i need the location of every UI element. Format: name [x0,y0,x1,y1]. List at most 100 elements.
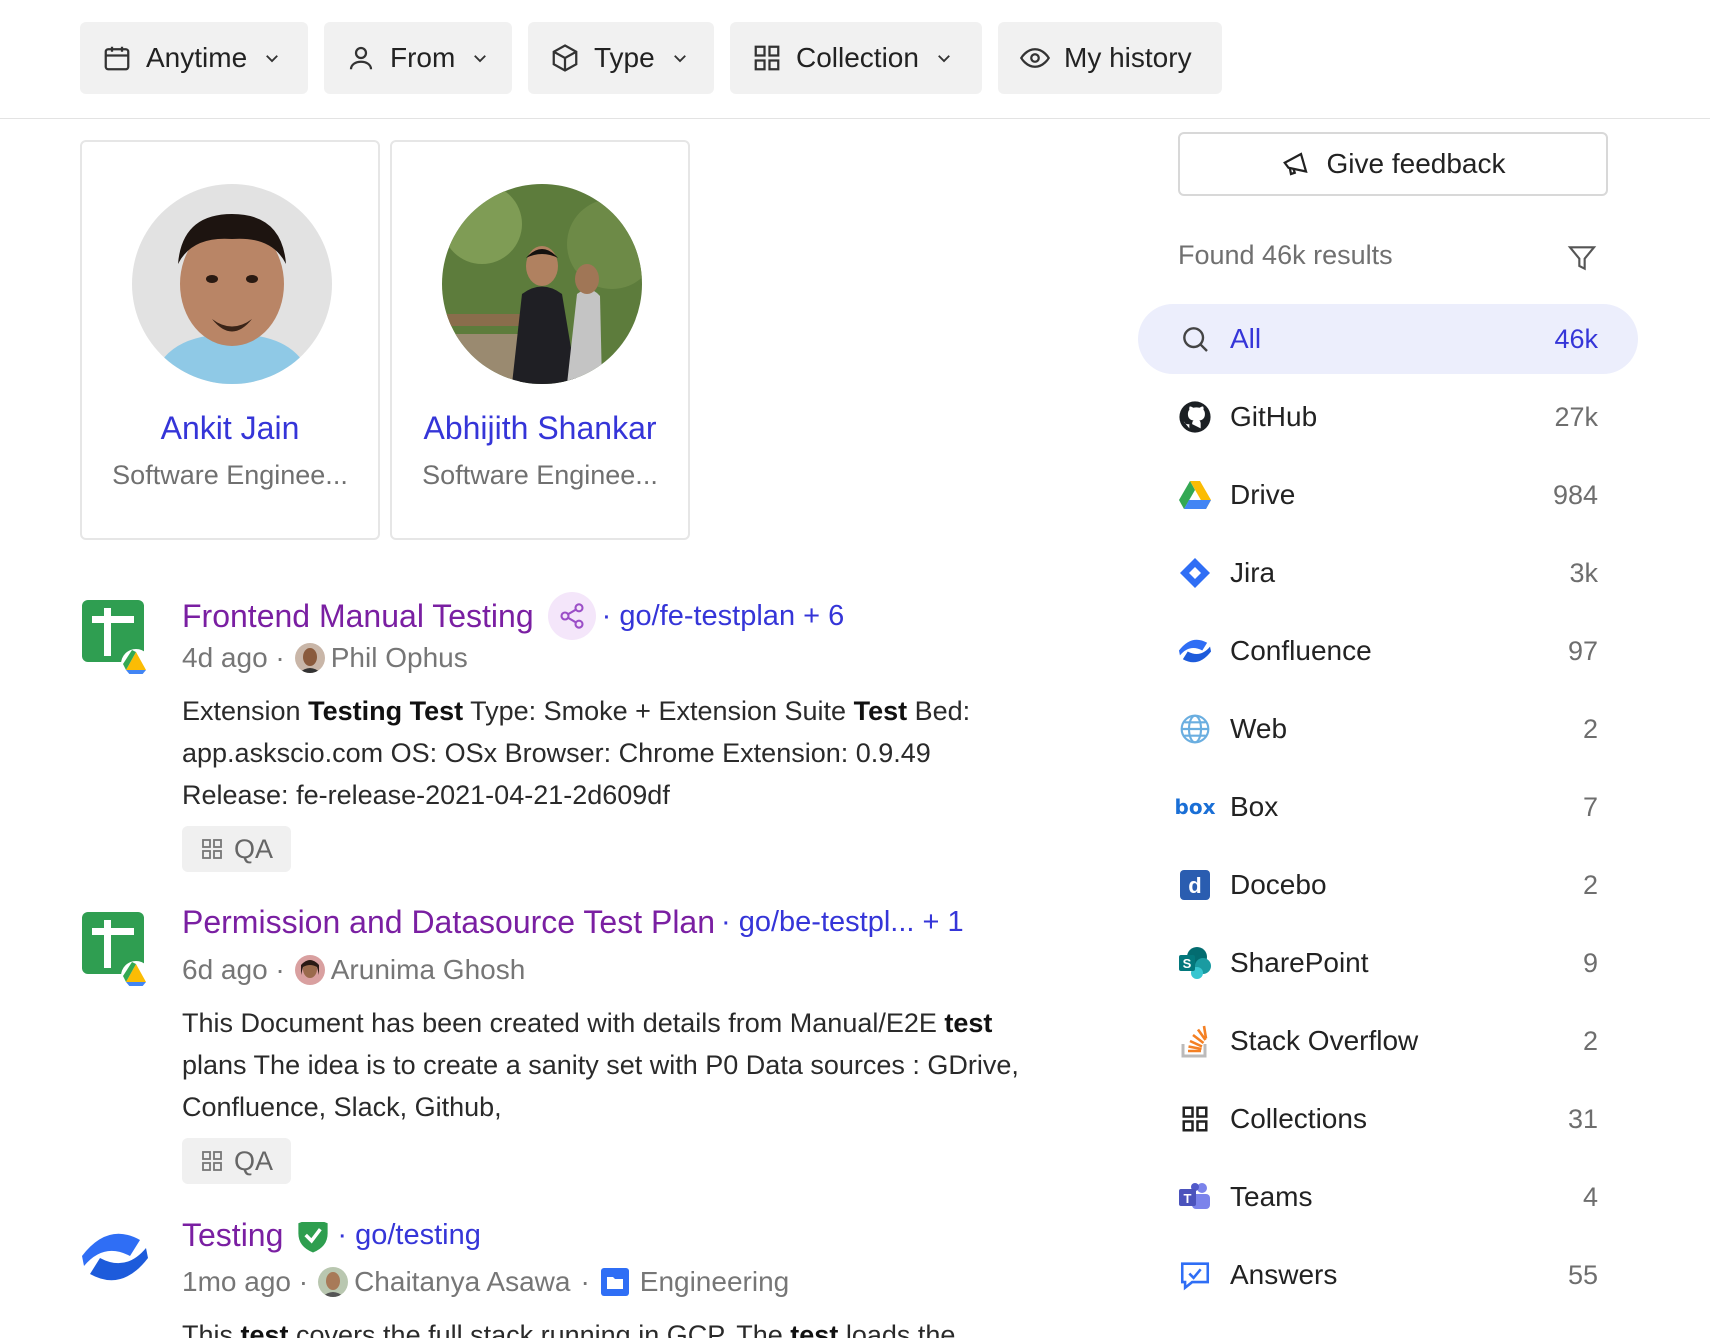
box-icon: box [1174,795,1216,819]
source-item-drive[interactable]: Drive 984 [1138,460,1638,530]
result-snippet: Extension Testing Test Type: Smoke + Ext… [182,696,971,810]
chevron-down-icon [938,55,950,63]
source-label: Docebo [1230,869,1327,900]
source-label: Jira [1230,557,1276,588]
confluence-icon [80,1222,150,1298]
search-result[interactable]: Testing · go/testing 1mo ago · Chaitanya… [80,1222,1040,1338]
source-count: 3k [1569,557,1598,588]
answers-icon [1178,1258,1212,1292]
source-count: 2 [1582,1025,1598,1056]
grid-icon [1178,1102,1212,1136]
go-link[interactable]: · go/be-testpl... + 1 [721,906,964,939]
result-title[interactable]: Permission and Datasource Test Plan [182,904,715,941]
source-list: All 46k GitHub 27k Drive 984 Jira 3k Con… [1138,304,1638,1318]
eye-icon [1020,48,1050,68]
source-label: Drive [1230,479,1296,510]
avatar [132,184,332,384]
source-item-all[interactable]: All 46k [1138,304,1638,374]
drive-icon [1178,478,1212,512]
author-avatar [294,643,325,673]
confluence-icon [1178,634,1212,668]
result-time: 6d ago · [182,954,285,985]
person-role: Software Enginee... [422,460,658,490]
person-card[interactable]: Ankit Jain Software Enginee... [80,140,380,540]
source-item-teams[interactable]: T Teams 4 [1138,1162,1638,1232]
tag-label: QA [234,1145,274,1176]
source-item-docebo[interactable]: d Docebo 2 [1138,850,1638,920]
result-author[interactable]: Phil Ophus [331,642,468,674]
result-time: 4d ago · [182,642,285,673]
result-space[interactable]: Engineering [640,1266,789,1298]
result-time: 1mo ago · [182,1266,309,1297]
author-avatar [294,955,325,985]
source-count: 9 [1582,947,1598,978]
grid-icon [202,839,222,859]
search-result[interactable]: Permission and Datasource Test Plan · go… [80,904,1040,1190]
source-count: 7 [1582,791,1598,822]
source-count: 97 [1567,635,1598,666]
author-avatar [318,1267,349,1297]
result-title[interactable]: Frontend Manual Testing [182,598,534,635]
go-link[interactable]: · go/fe-testplan + 6 [602,600,845,633]
search-result[interactable]: Frontend Manual Testing · go/fe-testplan… [80,592,1040,878]
person-name[interactable]: Abhijith Shankar [392,410,688,447]
source-item-github[interactable]: GitHub 27k [1138,382,1638,452]
result-author[interactable]: Arunima Ghosh [331,954,526,986]
teams-icon: T [1178,1180,1212,1214]
source-item-stack-overflow[interactable]: Stack Overflow 2 [1138,1006,1638,1076]
source-count: 2 [1582,713,1598,744]
collection-tag[interactable]: QA [182,826,292,872]
avatar [442,184,642,384]
share-icon[interactable] [547,592,596,640]
search-icon [1178,322,1212,356]
collection-filter-label: Collection [796,42,919,73]
calendar-icon [104,46,130,71]
source-count: 55 [1567,1259,1598,1290]
google-sheets-icon [80,910,151,991]
source-label: Stack Overflow [1230,1025,1419,1056]
source-label: Collections [1230,1103,1367,1134]
type-filter-button[interactable]: Type [528,22,714,94]
source-count: 46k [1554,323,1598,354]
source-item-sharepoint[interactable]: S SharePoint 9 [1138,928,1638,998]
grid-icon [202,1151,222,1171]
globe-icon [1178,712,1212,746]
source-label: Teams [1230,1181,1313,1212]
from-filter-button[interactable]: From [324,22,512,94]
source-item-web[interactable]: Web 2 [1138,694,1638,764]
meta-separator: · [580,1266,590,1297]
result-title[interactable]: Testing [182,1222,283,1254]
folder-icon [600,1267,630,1297]
result-snippet: This Document has been created with deta… [182,1008,1019,1122]
source-item-answers[interactable]: Answers 55 [1138,1240,1638,1310]
result-author[interactable]: Chaitanya Asawa [354,1266,570,1298]
filter-icon[interactable] [1566,242,1598,274]
google-sheets-icon [80,598,151,679]
anytime-filter-label: Anytime [146,42,248,73]
source-label: Confluence [1230,635,1372,666]
person-name[interactable]: Ankit Jain [82,410,378,447]
source-count: 31 [1567,1103,1598,1134]
source-item-jira[interactable]: Jira 3k [1138,538,1638,608]
go-link[interactable]: · go/testing [337,1222,480,1252]
tag-label: QA [234,833,274,864]
source-label: SharePoint [1230,947,1369,978]
person-role: Software Enginee... [112,460,348,490]
collection-tag[interactable]: QA [182,1138,292,1184]
chevron-down-icon [673,55,686,63]
anytime-filter-button[interactable]: Anytime [80,22,308,94]
source-item-confluence[interactable]: Confluence 97 [1138,616,1638,686]
collection-filter-button[interactable]: Collection [730,22,982,94]
person-card[interactable]: Abhijith Shankar Software Enginee... [390,140,690,540]
my-history-filter-button[interactable]: My history [998,22,1222,94]
give-feedback-label: Give feedback [1326,148,1506,179]
source-item-collections[interactable]: Collections 31 [1138,1084,1638,1154]
chevron-down-icon [474,55,487,63]
source-count: 984 [1552,479,1598,510]
chevron-down-icon [266,55,279,63]
person-icon [349,46,373,70]
source-item-box[interactable]: box Box 7 [1138,772,1638,842]
source-label: Web [1230,713,1288,744]
source-label: Answers [1230,1259,1338,1290]
give-feedback-button[interactable]: Give feedback [1178,132,1608,196]
